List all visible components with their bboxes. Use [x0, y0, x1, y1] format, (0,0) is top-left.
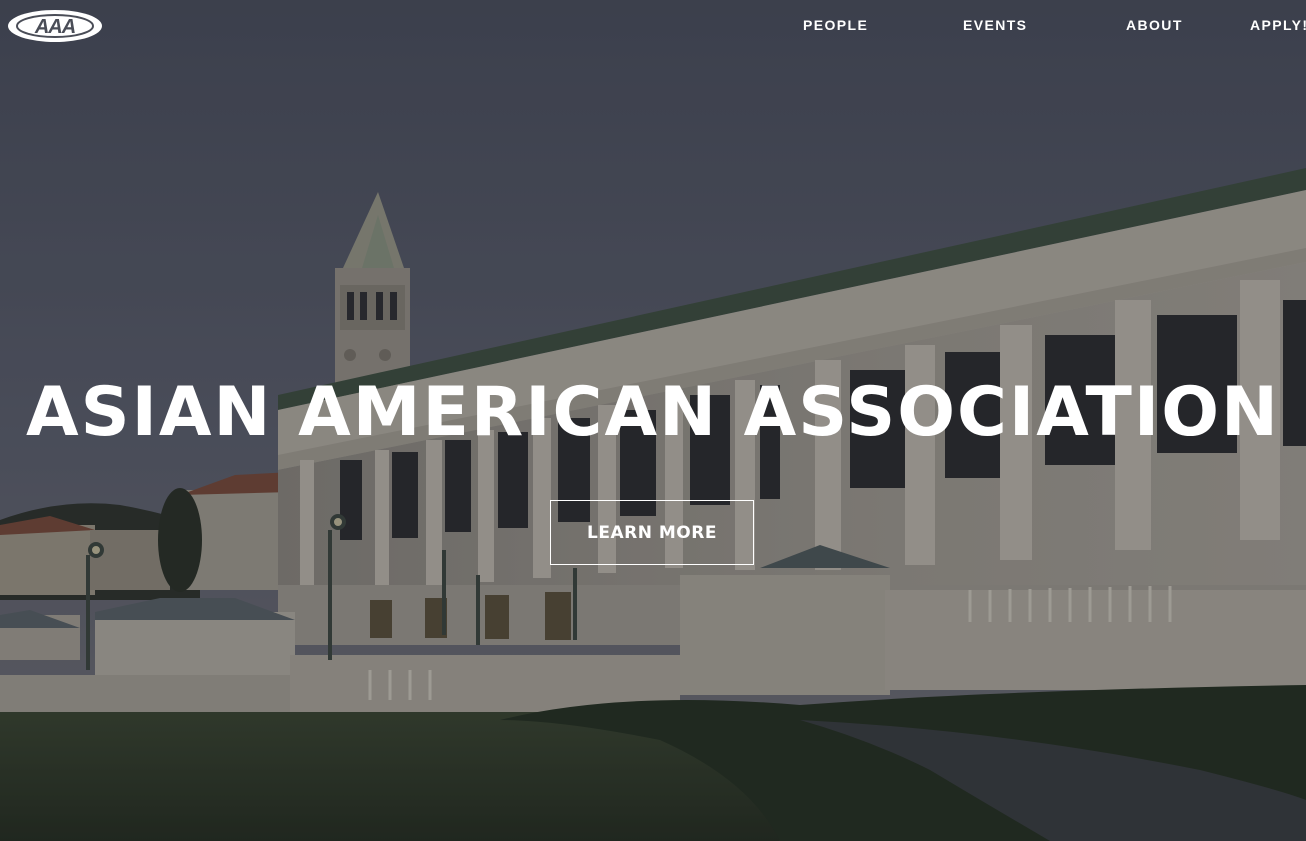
left-building: [0, 525, 95, 595]
nav-apply-link[interactable]: APPLY!: [1250, 17, 1306, 33]
hero-section: AAA PEOPLE EVENTS ABOUT APPLY! ASIAN AME…: [0, 0, 1306, 841]
top-nav: PEOPLE EVENTS ABOUT APPLY!: [0, 0, 1306, 50]
tree: [158, 488, 202, 592]
nav-events-link[interactable]: EVENTS: [963, 17, 1027, 33]
nav-about-link[interactable]: ABOUT: [1126, 17, 1183, 33]
learn-more-label: LEARN MORE: [587, 522, 717, 543]
hero-title: ASIAN AMERICAN ASSOCIATION: [26, 373, 1280, 452]
nav-people-link[interactable]: PEOPLE: [803, 17, 868, 33]
learn-more-button[interactable]: LEARN MORE: [550, 500, 754, 565]
